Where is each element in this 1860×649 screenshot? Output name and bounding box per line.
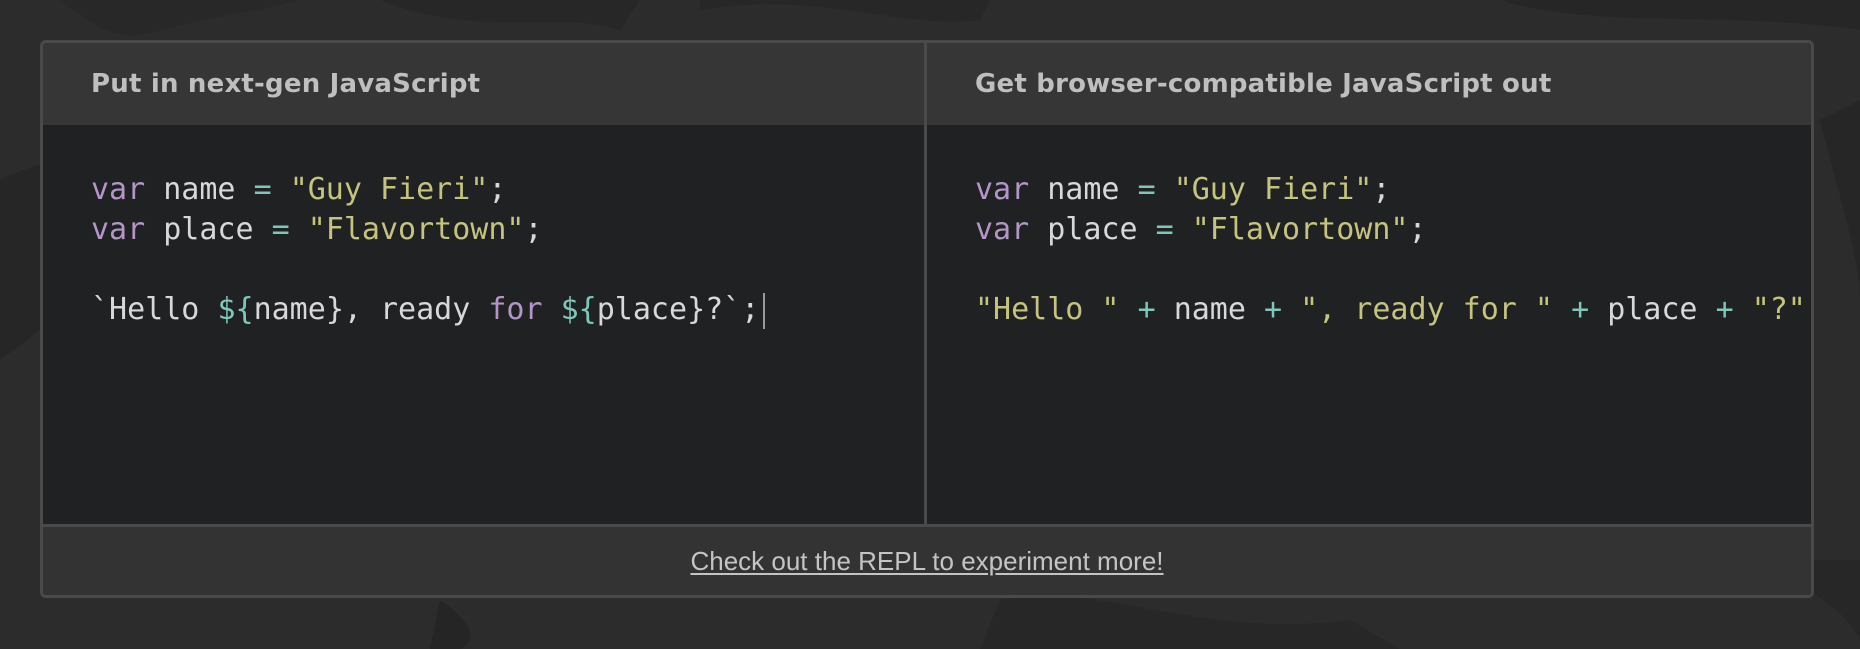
demo-footer: Check out the REPL to experiment more! <box>43 524 1811 595</box>
operator-plus: + <box>1264 292 1283 327</box>
operator: = <box>1155 212 1174 247</box>
string-literal: "?" <box>1751 292 1806 327</box>
string-literal: "Flavortown" <box>1191 212 1409 247</box>
code-line-empty <box>91 250 765 290</box>
keyword-var: var <box>91 212 146 247</box>
operator-plus: + <box>1571 292 1590 327</box>
code-line-empty <box>975 250 1806 290</box>
code-line-4: "Hello " + name + ", ready for " + place… <box>975 290 1806 330</box>
operator: = <box>253 172 272 207</box>
code-line-1: var name = "Guy Fieri"; <box>975 170 1806 210</box>
semicolon: ; <box>1408 212 1427 247</box>
code-panes: Put in next-gen JavaScript var name = "G… <box>43 43 1811 524</box>
operator: = <box>1137 172 1156 207</box>
code-line-2: var place = "Flavortown"; <box>91 210 765 250</box>
identifier: place <box>1047 212 1138 247</box>
template-literal-text: `Hello <box>91 292 218 327</box>
interpolation-open: ${ <box>560 292 597 327</box>
keyword-var: var <box>91 172 146 207</box>
code-line-2: var place = "Flavortown"; <box>975 210 1806 250</box>
operator: = <box>271 212 290 247</box>
keyword-for: for <box>488 292 543 327</box>
semicolon: ; <box>488 172 507 207</box>
identifier: name <box>163 172 236 207</box>
string-literal: "Guy Fieri" <box>289 172 489 207</box>
input-pane[interactable]: Put in next-gen JavaScript var name = "G… <box>43 43 927 524</box>
interpolation-open: ${ <box>217 292 254 327</box>
identifier: name <box>1173 292 1246 327</box>
semicolon: ; <box>1372 172 1391 207</box>
template-literal-text: }, ready <box>325 292 489 327</box>
semicolon: ; <box>524 212 543 247</box>
string-literal: "Guy Fieri" <box>1173 172 1373 207</box>
code-line-4: `Hello ${name}, ready for ${place}?`; <box>91 290 766 330</box>
string-literal: "Hello " <box>975 292 1120 327</box>
output-pane-title: Get browser-compatible JavaScript out <box>927 43 1811 125</box>
input-pane-title: Put in next-gen JavaScript <box>43 43 924 125</box>
interpolated-identifier: place <box>596 292 688 327</box>
text-cursor <box>763 292 766 329</box>
interpolated-identifier: name <box>253 292 326 327</box>
identifier: name <box>1047 172 1120 207</box>
identifier: place <box>163 212 254 247</box>
operator-plus: + <box>1137 292 1156 327</box>
template-space <box>543 292 561 327</box>
code-demo-panel: Put in next-gen JavaScript var name = "G… <box>40 40 1814 598</box>
code-line-1: var name = "Guy Fieri"; <box>91 170 765 210</box>
output-pane: Get browser-compatible JavaScript out va… <box>927 43 1811 524</box>
keyword-var: var <box>975 172 1030 207</box>
keyword-var: var <box>975 212 1030 247</box>
identifier: place <box>1607 292 1698 327</box>
string-literal: ", ready for " <box>1300 292 1553 327</box>
output-code-viewer: var name = "Guy Fieri"; var place = "Flav… <box>975 170 1806 330</box>
input-code-editor[interactable]: var name = "Guy Fieri"; var place = "Flav… <box>91 170 766 330</box>
operator-plus: + <box>1715 292 1734 327</box>
template-literal-text: }?`; <box>687 292 760 327</box>
string-literal: "Flavortown" <box>307 212 525 247</box>
repl-link[interactable]: Check out the REPL to experiment more! <box>690 546 1163 577</box>
